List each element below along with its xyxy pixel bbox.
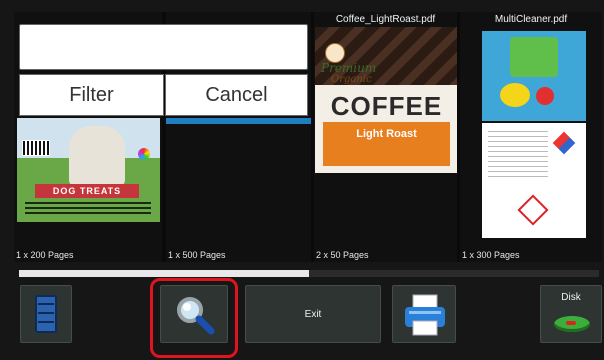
app-window: DOG TREATS 1 x 200 Pages 1 x 500 Pages C… — [0, 0, 604, 360]
brand-seal — [325, 43, 345, 63]
page-count-label: 1 x 500 Pages — [168, 250, 226, 260]
product-banner: DOG TREATS — [35, 184, 139, 198]
preview-dog — [69, 126, 125, 186]
filter-button[interactable]: Filter — [19, 74, 164, 116]
document-tile-4[interactable]: MultiCleaner.pdf 1 x 300 Pages — [460, 12, 602, 262]
magnifier-icon — [177, 297, 215, 335]
fine-print — [25, 202, 151, 204]
search-button[interactable] — [160, 285, 228, 343]
document-filename: MultiCleaner.pdf — [494, 14, 568, 25]
page-count-label: 1 x 200 Pages — [16, 250, 74, 260]
document-preview — [166, 118, 311, 124]
label-sub-banner: Light Roast — [323, 122, 450, 166]
document-preview-front — [482, 31, 586, 121]
cleaner-lemon — [500, 83, 530, 107]
search-field[interactable] — [19, 24, 308, 70]
document-preview: DOG TREATS — [17, 118, 160, 222]
safety-text-lines — [488, 131, 548, 181]
disk-button[interactable]: Disk — [540, 285, 602, 343]
cleaner-bottle — [510, 37, 558, 77]
cleaner-sticker — [536, 87, 554, 105]
disk-icon — [554, 316, 590, 332]
color-wheel-graphic — [138, 148, 150, 160]
progress-bar — [19, 270, 599, 277]
printer-icon — [405, 294, 445, 336]
print-button[interactable] — [392, 285, 456, 343]
search-input[interactable] — [20, 25, 307, 69]
exit-button[interactable]: Exit — [245, 285, 381, 343]
list-icon — [35, 295, 57, 333]
exit-label: Exit — [304, 308, 322, 320]
progress-fill — [19, 270, 309, 277]
document-preview: Premium Organic COFFEE Light Roast — [315, 27, 457, 173]
label-light-roast: Light Roast — [356, 128, 417, 140]
label-premium: Premium — [321, 61, 377, 75]
cancel-button[interactable]: Cancel — [165, 74, 308, 116]
document-filename: Coffee_LightRoast.pdf — [335, 14, 436, 25]
page-count-label: 2 x 50 Pages — [316, 250, 369, 260]
page-count-label: 1 x 300 Pages — [462, 250, 520, 260]
document-tile-3[interactable]: Coffee_LightRoast.pdf Premium Organic CO… — [314, 12, 457, 262]
label-organic: Organic — [331, 74, 372, 85]
label-coffee: COFFEE — [330, 91, 443, 121]
document-preview-back — [482, 123, 586, 238]
disk-label: Disk — [561, 292, 581, 303]
barcode-graphic — [22, 140, 50, 156]
list-view-button[interactable] — [20, 285, 72, 343]
hazard-diamond — [552, 131, 576, 155]
ghs-pictogram — [517, 194, 549, 226]
